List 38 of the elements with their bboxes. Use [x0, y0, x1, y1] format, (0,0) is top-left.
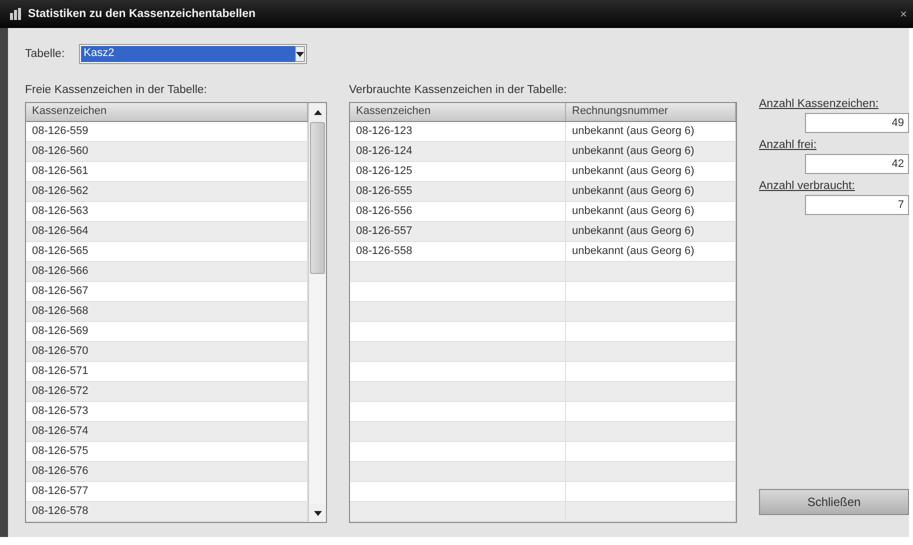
table-cell: unbekannt (aus Georg 6): [566, 182, 736, 201]
column-header[interactable]: Rechnungsnummer: [566, 103, 736, 121]
table-cell: 08-126-125: [350, 162, 566, 181]
count-label: Anzahl verbraucht:: [759, 180, 856, 192]
count-label: Anzahl Kassenzeichen:: [759, 98, 880, 110]
window-icon: [10, 8, 22, 20]
table-cell: unbekannt (aus Georg 6): [566, 162, 736, 181]
table-cell: 08-126-556: [350, 202, 566, 221]
scroll-thumb[interactable]: [310, 122, 325, 274]
table-cell: 08-126-124: [350, 142, 566, 161]
scrollbar[interactable]: [308, 103, 326, 522]
caret-icon: [296, 52, 304, 56]
table-cell: 08-126-555: [350, 182, 566, 201]
table-combobox[interactable]: Kasz2: [78, 44, 307, 64]
table-label: Tabelle:: [25, 48, 65, 60]
table-cell: 08-126-123: [350, 122, 566, 141]
window-title: Statistiken zu den Kassenzeichentabellen: [28, 8, 257, 20]
up-arrow-icon: [314, 110, 322, 114]
close-button[interactable]: ×: [900, 7, 907, 21]
count-field[interactable]: 7: [805, 195, 909, 215]
down-arrow-icon: [314, 510, 322, 516]
scroll-up-button[interactable]: [309, 103, 326, 121]
column-header[interactable]: Kassenzeichen: [350, 103, 566, 121]
table-cell: unbekannt (aus Georg 6): [566, 242, 736, 261]
table-cell: 08-126-557: [350, 222, 566, 241]
table-cell: 08-126-558: [350, 242, 566, 261]
count-field[interactable]: 49: [805, 113, 909, 133]
list-title: Freie Kassenzeichen in der Tabelle:: [25, 84, 208, 96]
scroll-down-button[interactable]: [309, 504, 326, 522]
count-field[interactable]: 42: [805, 154, 909, 174]
close-button[interactable]: Schließen: [759, 489, 909, 515]
table-cell: unbekannt (aus Georg 6): [566, 122, 736, 141]
table-cell: unbekannt (aus Georg 6): [566, 202, 736, 221]
table-cell: unbekannt (aus Georg 6): [566, 142, 736, 161]
dropdown-button[interactable]: [294, 46, 305, 62]
list-title: Verbrauchte Kassenzeichen in der Tabelle:: [349, 84, 568, 96]
table-cell: unbekannt (aus Georg 6): [566, 222, 736, 241]
count-label: Anzahl frei:: [759, 139, 818, 151]
